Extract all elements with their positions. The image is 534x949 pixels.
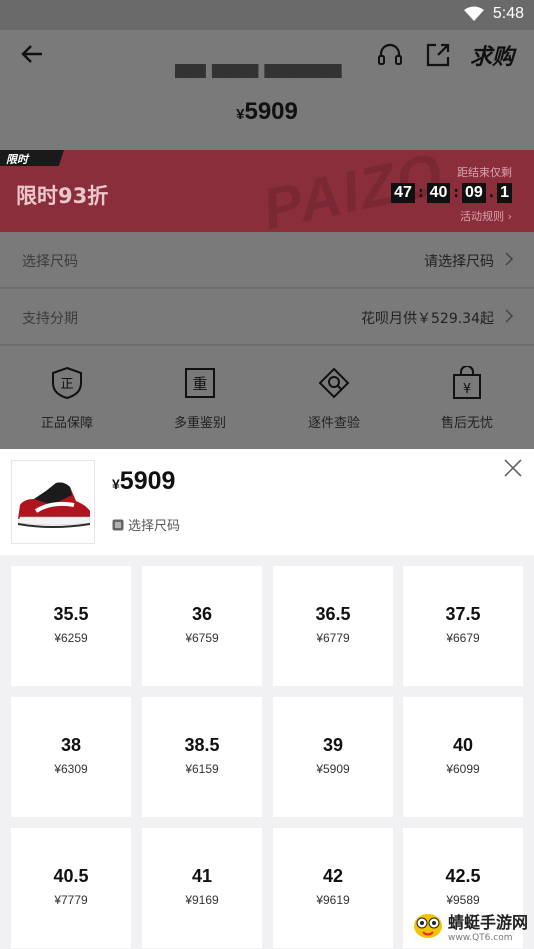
size-option[interactable]: 39 ¥5909 xyxy=(273,697,393,817)
promo-title: 限时93折 xyxy=(16,184,109,208)
request-button[interactable]: 求购 xyxy=(470,39,514,71)
flash-tag: 限时 xyxy=(6,153,28,166)
chevron-right-icon xyxy=(505,252,514,266)
genuine-shield-icon: 正 xyxy=(52,366,82,400)
product-price: ¥5909 xyxy=(236,98,298,125)
row-value: 花呗月供￥529.34起 xyxy=(361,311,494,327)
row-value: 请选择尺码 xyxy=(424,254,494,270)
wifi-icon xyxy=(464,6,484,21)
size-picker-sheet: ¥5909 选择尺码 35.5 ¥6259 36 ¥6759 36.5 ¥6779 3… xyxy=(0,449,534,949)
size-option[interactable]: 38 ¥6309 xyxy=(11,697,131,817)
svg-text:重: 重 xyxy=(192,375,207,393)
site-watermark: 蜻蜓手游网 www.QT6.com xyxy=(410,909,528,943)
back-arrow-icon[interactable] xyxy=(20,44,44,64)
sheet-header: ¥5909 选择尺码 xyxy=(0,449,534,555)
customer-service-icon[interactable] xyxy=(376,41,404,69)
inspect-icon xyxy=(318,367,350,399)
select-size-row[interactable]: 选择尺码 请选择尺码 xyxy=(0,232,534,288)
size-table-icon xyxy=(112,519,124,530)
size-option[interactable]: 35.5 ¥6259 xyxy=(11,566,131,686)
status-bar: 5:48 xyxy=(0,0,534,30)
assurance-item: 逐件查验 xyxy=(267,366,401,431)
multi-check-icon: 重 xyxy=(185,368,215,398)
countdown-hours: 47 xyxy=(391,183,415,203)
product-title-partial: ▆▆ ▆▆▆ ▆▆▆▆▆ xyxy=(175,64,342,78)
size-option[interactable]: 40.5 ¥7779 xyxy=(11,828,131,948)
background-page: 5:48 求购 ▆▆ ▆▆▆ ▆▆▆▆▆ ¥5909 限时 PAIZO 限时93… xyxy=(0,0,534,449)
size-option[interactable]: 36.5 ¥6779 xyxy=(273,566,393,686)
countdown-minutes: 40 xyxy=(426,183,451,203)
rules-link[interactable]: 活动规则 › xyxy=(460,208,512,224)
assurance-item: 正 正品保障 xyxy=(0,366,134,431)
close-icon[interactable] xyxy=(504,459,522,477)
svg-text:正: 正 xyxy=(60,377,73,392)
dragonfly-logo-icon xyxy=(413,914,442,938)
after-sale-bag-icon: ¥ xyxy=(453,366,481,399)
svg-text:¥: ¥ xyxy=(463,382,471,397)
installment-row[interactable]: 支持分期 花呗月供￥529.34起 xyxy=(0,289,534,345)
size-option[interactable]: 40 ¥6099 xyxy=(403,697,523,817)
share-icon[interactable] xyxy=(424,41,452,69)
assurance-item: 重 多重鉴别 xyxy=(133,366,267,431)
sneaker-image xyxy=(17,482,91,528)
product-thumbnail xyxy=(11,460,95,544)
select-size-hint: 选择尺码 xyxy=(112,515,180,534)
selected-price: ¥5909 xyxy=(112,467,176,495)
countdown-label: 距结束仅剩 xyxy=(457,166,512,179)
countdown-tenths: 1 xyxy=(497,183,512,203)
row-label: 选择尺码 xyxy=(22,254,78,270)
top-bar: 求购 ▆▆ ▆▆▆ ▆▆▆▆▆ ¥5909 xyxy=(0,30,534,150)
size-option[interactable]: 42 ¥9619 xyxy=(273,828,393,948)
size-option[interactable]: 38.5 ¥6159 xyxy=(142,697,262,817)
countdown-seconds: 09 xyxy=(461,183,486,203)
chevron-right-icon xyxy=(505,309,514,323)
flash-sale-banner: 限时 PAIZO 限时93折 距结束仅剩 47 : 40 : 09 . 1 活动… xyxy=(0,150,534,232)
size-option[interactable]: 37.5 ¥6679 xyxy=(403,566,523,686)
assurance-item: ¥ 售后无忧 xyxy=(400,366,534,431)
status-time: 5:48 xyxy=(492,5,524,22)
countdown-timer: 47 : 40 : 09 . 1 xyxy=(391,183,512,203)
size-option[interactable]: 36 ¥6759 xyxy=(142,566,262,686)
assurance-bar: 正 正品保障 重 多重鉴别 逐件查验 ¥ 售后无忧 xyxy=(0,346,534,449)
row-label: 支持分期 xyxy=(22,311,78,327)
size-option[interactable]: 41 ¥9169 xyxy=(142,828,262,948)
